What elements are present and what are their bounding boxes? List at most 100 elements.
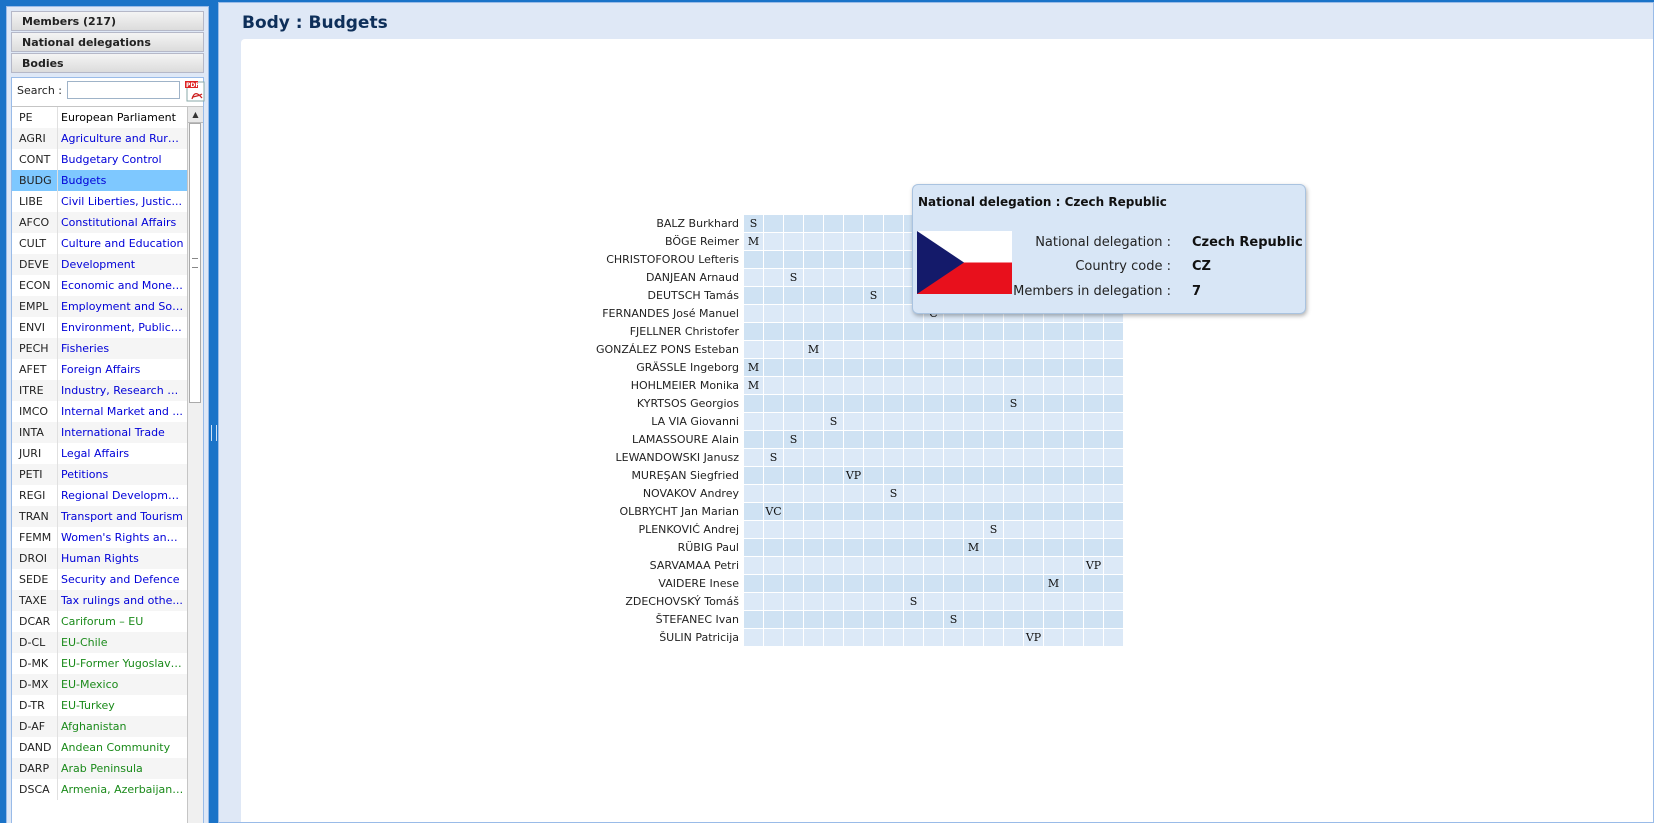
matrix-cell[interactable] bbox=[1084, 611, 1104, 629]
role-cell[interactable]: M bbox=[964, 539, 984, 557]
matrix-cell[interactable] bbox=[824, 233, 844, 251]
matrix-cell[interactable] bbox=[984, 377, 1004, 395]
body-list-item-dsca[interactable]: DSCA Armenia, Azerbaijan ... bbox=[12, 779, 189, 800]
matrix-cell[interactable] bbox=[824, 251, 844, 269]
role-cell[interactable]: M bbox=[744, 359, 764, 377]
matrix-cell[interactable] bbox=[1044, 521, 1064, 539]
matrix-cell[interactable] bbox=[1024, 323, 1044, 341]
member-name[interactable]: ŠTEFANEC Ivan bbox=[519, 611, 739, 629]
role-cell[interactable]: S bbox=[784, 269, 804, 287]
member-name[interactable]: GONZÁLEZ PONS Esteban bbox=[519, 341, 739, 359]
matrix-cell[interactable] bbox=[904, 629, 924, 647]
matrix-cell[interactable] bbox=[764, 593, 784, 611]
member-name[interactable]: VAIDERE Inese bbox=[519, 575, 739, 593]
matrix-cell[interactable] bbox=[844, 629, 864, 647]
matrix-cell[interactable] bbox=[744, 251, 764, 269]
national-delegations-section-header[interactable]: National delegations bbox=[11, 32, 204, 52]
matrix-cell[interactable] bbox=[944, 539, 964, 557]
matrix-cell[interactable] bbox=[844, 269, 864, 287]
matrix-cell[interactable] bbox=[1004, 485, 1024, 503]
matrix-cell[interactable] bbox=[744, 485, 764, 503]
matrix-cell[interactable] bbox=[784, 251, 804, 269]
matrix-cell[interactable] bbox=[1104, 521, 1124, 539]
matrix-cell[interactable] bbox=[1024, 413, 1044, 431]
matrix-cell[interactable] bbox=[984, 503, 1004, 521]
matrix-cell[interactable] bbox=[964, 611, 984, 629]
matrix-cell[interactable] bbox=[1024, 539, 1044, 557]
matrix-cell[interactable] bbox=[1084, 359, 1104, 377]
matrix-cell[interactable] bbox=[1004, 575, 1024, 593]
matrix-cell[interactable] bbox=[1004, 341, 1024, 359]
matrix-cell[interactable] bbox=[964, 323, 984, 341]
matrix-cell[interactable] bbox=[1044, 503, 1064, 521]
matrix-cell[interactable] bbox=[804, 413, 824, 431]
matrix-cell[interactable] bbox=[944, 557, 964, 575]
matrix-cell[interactable] bbox=[864, 269, 884, 287]
matrix-cell[interactable] bbox=[1024, 557, 1044, 575]
matrix-cell[interactable] bbox=[764, 251, 784, 269]
matrix-cell[interactable] bbox=[1024, 521, 1044, 539]
pdf-export-icon[interactable]: PDF bbox=[184, 80, 206, 102]
matrix-cell[interactable] bbox=[1044, 611, 1064, 629]
matrix-cell[interactable] bbox=[924, 611, 944, 629]
body-list-item-inta[interactable]: INTA International Trade bbox=[12, 422, 189, 443]
matrix-cell[interactable] bbox=[1044, 557, 1064, 575]
matrix-cell[interactable] bbox=[1004, 413, 1024, 431]
matrix-cell[interactable] bbox=[944, 341, 964, 359]
matrix-cell[interactable] bbox=[824, 377, 844, 395]
matrix-cell[interactable] bbox=[984, 359, 1004, 377]
body-list-item-dcar[interactable]: DCAR Cariforum – EU bbox=[12, 611, 189, 632]
matrix-cell[interactable] bbox=[1004, 431, 1024, 449]
matrix-cell[interactable] bbox=[1044, 539, 1064, 557]
role-cell[interactable]: S bbox=[904, 593, 924, 611]
matrix-cell[interactable] bbox=[864, 485, 884, 503]
matrix-cell[interactable] bbox=[804, 233, 824, 251]
matrix-cell[interactable] bbox=[744, 287, 764, 305]
role-cell[interactable]: M bbox=[1044, 575, 1064, 593]
matrix-cell[interactable] bbox=[744, 305, 764, 323]
body-list-item-d-mk[interactable]: D-MK EU-Former Yugoslav ... bbox=[12, 653, 189, 674]
role-cell[interactable]: M bbox=[744, 233, 764, 251]
matrix-cell[interactable] bbox=[1004, 377, 1024, 395]
matrix-cell[interactable] bbox=[744, 611, 764, 629]
matrix-cell[interactable] bbox=[784, 395, 804, 413]
matrix-cell[interactable] bbox=[824, 575, 844, 593]
matrix-cell[interactable] bbox=[944, 323, 964, 341]
matrix-cell[interactable] bbox=[784, 377, 804, 395]
matrix-cell[interactable] bbox=[784, 413, 804, 431]
matrix-cell[interactable] bbox=[1004, 539, 1024, 557]
matrix-cell[interactable] bbox=[804, 557, 824, 575]
member-name[interactable]: BALZ Burkhard bbox=[519, 215, 739, 233]
matrix-cell[interactable] bbox=[844, 323, 864, 341]
matrix-cell[interactable] bbox=[844, 251, 864, 269]
role-cell[interactable]: VP bbox=[1084, 557, 1104, 575]
matrix-cell[interactable] bbox=[844, 215, 864, 233]
matrix-cell[interactable] bbox=[864, 251, 884, 269]
matrix-cell[interactable] bbox=[1084, 395, 1104, 413]
matrix-cell[interactable] bbox=[1064, 629, 1084, 647]
matrix-cell[interactable] bbox=[984, 449, 1004, 467]
role-cell[interactable]: S bbox=[764, 449, 784, 467]
matrix-cell[interactable] bbox=[1104, 485, 1124, 503]
matrix-cell[interactable] bbox=[964, 629, 984, 647]
matrix-cell[interactable] bbox=[824, 467, 844, 485]
matrix-cell[interactable] bbox=[884, 377, 904, 395]
role-cell[interactable]: VP bbox=[1024, 629, 1044, 647]
matrix-cell[interactable] bbox=[824, 521, 844, 539]
matrix-cell[interactable] bbox=[884, 467, 904, 485]
member-name[interactable]: ŠULIN Patricija bbox=[519, 629, 739, 647]
matrix-cell[interactable] bbox=[764, 323, 784, 341]
matrix-cell[interactable] bbox=[824, 539, 844, 557]
matrix-cell[interactable] bbox=[764, 467, 784, 485]
body-list-item-regi[interactable]: REGI Regional Development bbox=[12, 485, 189, 506]
matrix-cell[interactable] bbox=[844, 485, 864, 503]
body-list-item-tran[interactable]: TRAN Transport and Tourism bbox=[12, 506, 189, 527]
matrix-cell[interactable] bbox=[824, 611, 844, 629]
body-list-item-d-tr[interactable]: D-TR EU-Turkey bbox=[12, 695, 189, 716]
matrix-cell[interactable] bbox=[864, 377, 884, 395]
matrix-cell[interactable] bbox=[964, 449, 984, 467]
matrix-cell[interactable] bbox=[1044, 323, 1064, 341]
body-list-item-envi[interactable]: ENVI Environment, Public ... bbox=[12, 317, 189, 338]
matrix-cell[interactable] bbox=[804, 395, 824, 413]
body-list-item-cult[interactable]: CULT Culture and Education bbox=[12, 233, 189, 254]
